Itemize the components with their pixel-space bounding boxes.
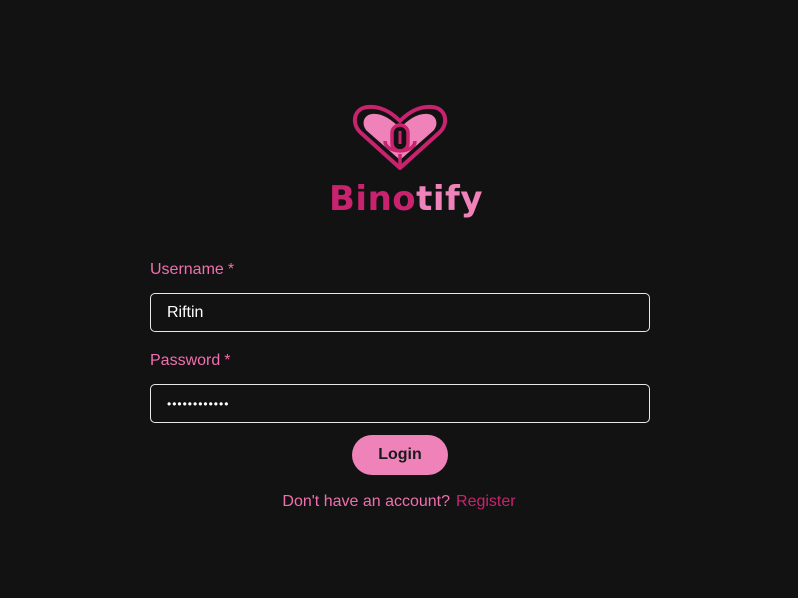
login-button[interactable]: Login — [352, 435, 448, 475]
login-form: Username * Riftin Password * •••••••••••• — [150, 258, 650, 423]
brand-name-part1: Bino — [329, 179, 417, 219]
heart-microphone-icon — [352, 104, 448, 170]
username-required-mark: * — [227, 261, 235, 278]
brand-logo: Binotify — [329, 104, 483, 222]
password-required-mark: * — [224, 352, 231, 369]
brand-wordmark: Binotify — [329, 179, 483, 219]
register-prompt: Don't have an account? Register — [0, 492, 798, 512]
password-value: •••••••••••• — [167, 396, 230, 411]
password-label: Password * — [150, 351, 650, 375]
register-link[interactable]: Register — [456, 493, 516, 510]
username-value: Riftin — [167, 303, 204, 321]
password-input[interactable]: •••••••••••• — [150, 384, 650, 423]
brand-name-part2: tify — [416, 179, 484, 219]
username-label-text: Username — [150, 261, 224, 278]
register-prompt-text: Don't have an account? — [282, 493, 451, 510]
login-page: Binotify Username * Riftin Password * ••••… — [0, 0, 798, 598]
username-label: Username * — [150, 260, 650, 284]
username-input[interactable]: Riftin — [150, 293, 650, 332]
password-label-text: Password — [150, 352, 221, 369]
